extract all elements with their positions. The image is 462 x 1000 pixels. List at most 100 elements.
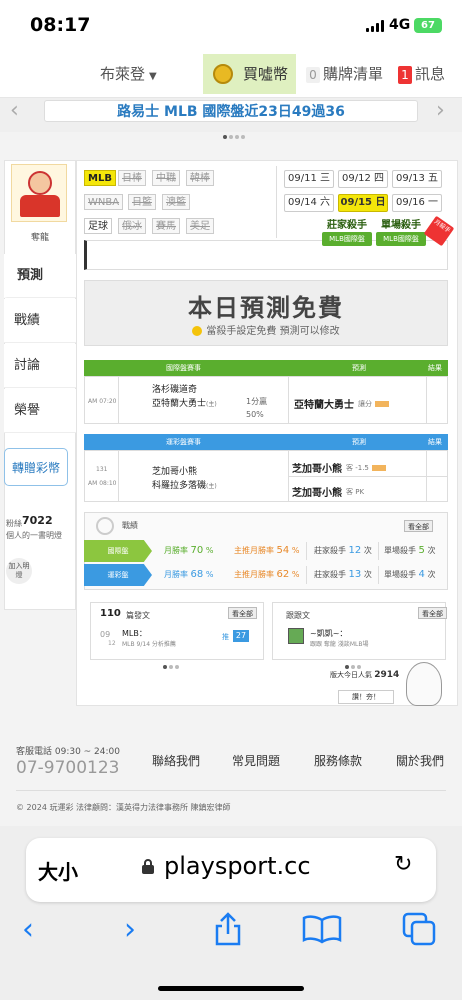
lottery-home-tag: (主) [206, 483, 217, 490]
footer-link-terms[interactable]: 服務條款 [314, 752, 362, 769]
record-row-intl: 國際盤 月勝率 70 % 主推月勝率 54 % 莊家殺手 12 次 單場殺手 5… [84, 540, 448, 562]
record-single-lottery: 單場殺手 4 次 [384, 564, 435, 586]
league-npb[interactable]: 日棒 [118, 170, 146, 186]
label: 莊家殺手 [314, 570, 346, 579]
unit: % [205, 570, 214, 579]
sidebar-item-discuss[interactable]: 討論 [4, 344, 76, 388]
clock: 08:17 [30, 14, 91, 36]
intl-team-home: 亞特蘭大勇士(主) [152, 396, 217, 409]
record-tag-lottery: 運彩盤 [84, 564, 152, 586]
back-icon[interactable]: ‹ [22, 912, 34, 947]
value: 5 [418, 545, 425, 556]
record-single-intl: 單場殺手 5 次 [384, 540, 435, 562]
banker-killer-badge: 莊家殺手 MLB國際盤 [322, 216, 372, 256]
user-avatar[interactable] [288, 628, 304, 644]
league-wnba[interactable]: WNBA [84, 194, 124, 210]
footer-divider [16, 790, 446, 791]
banker-killer-title: 莊家殺手 [327, 220, 367, 231]
service-phone[interactable]: 07-9700123 [16, 758, 119, 778]
value: 62 [276, 569, 290, 580]
footer-link-faq[interactable]: 常見問題 [232, 752, 280, 769]
buy-coin-button[interactable]: 買噓幣 [203, 54, 296, 94]
lottery-pick-2: 芝加哥小熊 [292, 488, 342, 499]
posts-see-all-button[interactable]: 看全部 [228, 607, 257, 619]
flag-icon [371, 465, 386, 471]
single-killer-badge: 單場殺手 MLB國際盤 [376, 216, 426, 256]
chevron-down-icon: ▼ [149, 71, 157, 82]
bookmarks-icon[interactable] [302, 914, 342, 944]
date-0912[interactable]: 09/12 四 [338, 170, 388, 188]
unit: % [291, 570, 300, 579]
intl-header-result: 結果 [428, 364, 442, 372]
lottery-pick-1-type-text: 客 -1.5 [346, 464, 369, 472]
flag-icon [375, 401, 389, 407]
league-soccer[interactable]: 足球 [84, 218, 112, 234]
label: 月勝率 [164, 570, 188, 579]
praise-button[interactable]: 讚！夯！ [338, 690, 394, 704]
date-0911[interactable]: 09/11 三 [284, 170, 334, 188]
date-0915[interactable]: 09/15 日 [338, 194, 388, 212]
date-0916[interactable]: 09/16 一 [392, 194, 442, 212]
popularity-value: 2914 [374, 670, 400, 680]
carousel-dots [222, 124, 246, 143]
forward-icon[interactable]: › [124, 912, 136, 947]
label: 莊家殺手 [314, 546, 346, 555]
text-size-button[interactable]: 大小 [38, 856, 78, 885]
label: 月勝率 [164, 546, 188, 555]
tabs-icon[interactable] [402, 912, 438, 946]
join-lamp-button[interactable]: 加入明燈 [6, 558, 32, 584]
avatar[interactable] [11, 164, 67, 222]
sidebar-item-predict[interactable]: 預測 [4, 254, 76, 298]
cart-button[interactable]: 0 購牌清單 [306, 58, 383, 90]
lottery-game-no: 131 [96, 466, 108, 473]
chevron-right-icon[interactable]: › [436, 98, 445, 123]
label: 主推月勝率 [234, 546, 274, 555]
date-0914[interactable]: 09/14 六 [284, 194, 334, 212]
footer-link-about[interactable]: 關於我們 [396, 752, 444, 769]
post-title[interactable]: MLB： [122, 628, 147, 639]
intl-team-home-name: 亞特蘭大勇士 [152, 399, 207, 409]
signal-icon [366, 20, 384, 32]
value: 12 [348, 545, 362, 556]
marquee-text[interactable]: 路易士 MLB 國際盤近23日49過36 [44, 100, 418, 122]
transfer-coin-button[interactable]: 轉贈彩幣 [4, 448, 68, 486]
date-0913[interactable]: 09/13 五 [392, 170, 442, 188]
league-nfl[interactable]: 美足 [186, 218, 214, 234]
reload-icon[interactable]: ↻ [394, 852, 412, 877]
value: 13 [348, 569, 362, 580]
free-prediction-subtitle-text: 當殺手設定免費 預測可以修改 [206, 326, 340, 337]
league-jbl[interactable]: 日籃 [128, 194, 156, 210]
lottery-pick-2-type: 客 PK [346, 488, 365, 496]
lottery-table-header: 運彩盤賽事 預測 結果 [84, 434, 448, 450]
league-kbo[interactable]: 韓棒 [186, 170, 214, 186]
value: 54 [276, 545, 290, 556]
league-nbl[interactable]: 澳籃 [162, 194, 190, 210]
label: 單場殺手 [384, 570, 416, 579]
share-icon[interactable] [212, 912, 244, 946]
chevron-left-icon[interactable]: ‹ [10, 98, 19, 123]
replies-see-all-button[interactable]: 看全部 [418, 607, 447, 619]
coin-icon [213, 64, 233, 84]
sidebar-item-record[interactable]: 戰績 [4, 299, 76, 343]
sidebar-item-honor[interactable]: 榮譽 [4, 389, 76, 433]
fans-label: 粉絲 [6, 519, 22, 528]
messages-button[interactable]: 1 訊息 [398, 58, 445, 90]
lottery-row-divider [288, 476, 448, 477]
posts-title: 篇發文 [126, 611, 150, 620]
league-horse[interactable]: 賽馬 [152, 218, 180, 234]
league-cpbl[interactable]: 中職 [152, 170, 180, 186]
url-text[interactable]: playsport.cc [164, 852, 311, 880]
lottery-header-match: 運彩盤賽事 [166, 438, 201, 446]
reply-user[interactable]: ~凱凱~： [310, 628, 347, 639]
lottery-pick-1-type: 客 -1.5 [346, 463, 386, 473]
record-main-rate-intl: 主推月勝率 54 % [234, 540, 299, 562]
unit: 次 [427, 570, 436, 579]
league-mlb[interactable]: MLB [84, 170, 116, 186]
region-dropdown[interactable]: 布萊登 ▼ [100, 58, 157, 90]
free-prediction-title: 本日預測免費 [188, 294, 344, 322]
record-see-all-button[interactable]: 看全部 [404, 520, 433, 532]
unit: 次 [363, 546, 372, 555]
footer-link-contact[interactable]: 聯絡我們 [152, 752, 200, 769]
league-khl[interactable]: 俄冰 [118, 218, 146, 234]
battery-icon: 67 [414, 18, 442, 33]
